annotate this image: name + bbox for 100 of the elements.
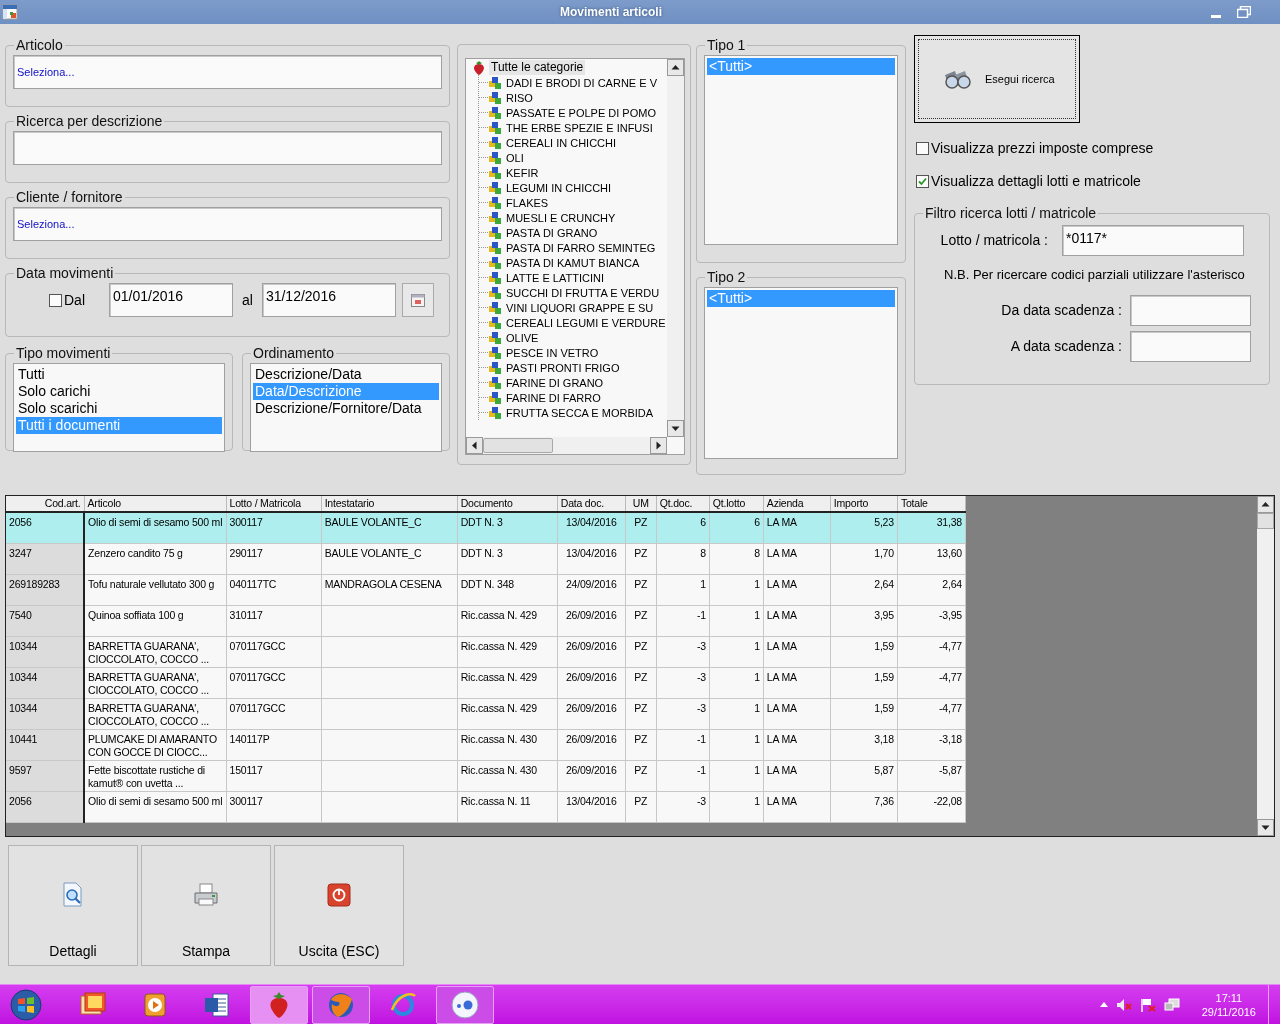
table-cell: 1 bbox=[709, 729, 764, 760]
table-row[interactable]: 10441 PLUMCAKE DI AMARANTO CON GOCCE DI CIOCC... 140117P Ric.cassa N. 430 26/09/2016 PZ -1 1 LA MA 3,18 -3,18 bbox=[6, 729, 966, 760]
column-header[interactable]: Data doc. bbox=[557, 496, 626, 512]
table-cell: 1,59 bbox=[830, 667, 898, 698]
window-title: Movimenti articoli bbox=[559, 4, 663, 21]
input-field[interactable]: Seleziona... bbox=[13, 55, 442, 89]
tree-item[interactable]: FARINE DI FARRO bbox=[506, 390, 601, 405]
column-header[interactable]: Azienda bbox=[763, 496, 831, 512]
table-row[interactable]: 9597 Fette biscottate rustiche di kamut® con uvetta ... 150117 Ric.cassa N. 430 26/09/2016 PZ -1 1 LA MA 5,87 -5,87 bbox=[6, 760, 966, 791]
input-field[interactable] bbox=[1130, 330, 1251, 362]
table-cell: -4,77 bbox=[897, 667, 966, 698]
blocks-icon bbox=[489, 121, 501, 134]
input-field[interactable] bbox=[13, 131, 442, 165]
list-item[interactable]: Descrizione/Fornitore/Data bbox=[253, 400, 439, 417]
table-row[interactable]: 10344 BARRETTA GUARANA', CIOCCOLATO, COCCO ... 070117GCC Ric.cassa N. 429 26/09/2016 PZ -3 1 LA MA 1,59 -4,77 bbox=[6, 667, 966, 698]
tree-item[interactable]: PESCE IN VETRO bbox=[506, 345, 599, 360]
tree-item[interactable]: PASTI PRONTI FRIGO bbox=[506, 360, 620, 375]
table-cell: -1 bbox=[656, 605, 710, 636]
tree-item[interactable]: PASTA DI FARRO SEMINTEG bbox=[506, 240, 656, 255]
tree-item[interactable]: Tutte le categorie bbox=[489, 60, 586, 75]
input-field[interactable]: Seleziona... bbox=[13, 207, 442, 241]
input-field[interactable]: 01/01/2016 bbox=[109, 283, 233, 317]
minimize-icon bbox=[1211, 15, 1221, 18]
column-header[interactable]: Cod.art. bbox=[6, 496, 85, 512]
column-header[interactable]: Documento bbox=[457, 496, 558, 512]
column-header[interactable]: Importo bbox=[830, 496, 898, 512]
column-header[interactable]: Totale bbox=[897, 496, 966, 512]
list-item[interactable]: Tutti bbox=[16, 366, 222, 383]
vertical-scrollbar[interactable] bbox=[1257, 496, 1274, 836]
checkbox[interactable] bbox=[49, 293, 62, 307]
column-header[interactable]: Lotto / Matricola bbox=[226, 496, 322, 512]
tree-item[interactable]: CEREALI IN CHICCHI bbox=[506, 135, 617, 150]
taskbar-button[interactable] bbox=[312, 985, 370, 1024]
play-icon bbox=[144, 993, 166, 1016]
tree-item[interactable]: RISO bbox=[506, 90, 533, 105]
table-cell: 26/09/2016 bbox=[557, 760, 626, 791]
action-button[interactable]: Uscita (ESC) bbox=[274, 845, 404, 966]
list-item[interactable]: Descrizione/Data bbox=[253, 366, 439, 383]
column-header[interactable]: Qt.lotto bbox=[709, 496, 764, 512]
table-cell: 1 bbox=[709, 760, 764, 791]
table-row[interactable]: 3247 Zenzero candito 75 g 290117 BAULE VOLANTE_C DDT N. 3 13/04/2016 PZ 8 8 LA MA 1,70 13,60 bbox=[6, 543, 966, 574]
calendar-button[interactable] bbox=[401, 283, 434, 317]
input-field[interactable] bbox=[1130, 294, 1251, 326]
table-cell: 31,38 bbox=[897, 512, 966, 543]
tree-item[interactable]: THE ERBE SPEZIE E INFUSI bbox=[506, 120, 653, 135]
table-cell: PZ bbox=[625, 729, 657, 760]
table-row[interactable]: 10344 BARRETTA GUARANA', CIOCCOLATO, COCCO ... 070117GCC Ric.cassa N. 429 26/09/2016 PZ -3 1 LA MA 1,59 -4,77 bbox=[6, 698, 966, 729]
table-row[interactable]: 269189283 Tofu naturale vellutato 300 g 040117TC MANDRAGOLA CESENA DDT N. 348 24/09/2016 PZ 1 1 LA MA 2,64 2,64 bbox=[6, 574, 966, 605]
blocks-icon bbox=[489, 316, 501, 329]
tree-item[interactable]: FLAKES bbox=[506, 195, 549, 210]
checkbox[interactable] bbox=[916, 142, 929, 155]
tree-item[interactable]: VINI LIQUORI GRAPPE E SU bbox=[506, 300, 654, 315]
list-item[interactable]: Solo carichi bbox=[16, 383, 222, 400]
table-row[interactable]: 2056 Olio di semi di sesamo 500 ml 300117 BAULE VOLANTE_C DDT N. 3 13/04/2016 PZ 6 6 LA MA 5,23 31,38 bbox=[6, 512, 966, 543]
flag-icon bbox=[1141, 997, 1156, 1012]
search-button[interactable]: Esegui ricerca bbox=[914, 35, 1080, 123]
tree-item[interactable]: LEGUMI IN CHICCHI bbox=[506, 180, 612, 195]
tree-item[interactable]: PASTA DI GRANO bbox=[506, 225, 598, 240]
horizontal-scrollbar[interactable] bbox=[466, 437, 667, 454]
tree-item[interactable]: MUESLI E CRUNCHY bbox=[506, 210, 616, 225]
table-cell: 26/09/2016 bbox=[557, 605, 626, 636]
table-cell: PZ bbox=[625, 667, 657, 698]
table-row[interactable]: 2056 Olio di semi di sesamo 500 ml 300117 Ric.cassa N. 11 13/04/2016 PZ -3 1 LA MA 7,36 -22,08 bbox=[6, 791, 966, 822]
blocks-icon bbox=[489, 406, 501, 419]
scroll-thumb[interactable] bbox=[1257, 513, 1274, 529]
input-field[interactable]: 31/12/2016 bbox=[261, 283, 396, 317]
tree-item[interactable]: OLIVE bbox=[506, 330, 539, 345]
table-cell: LA MA bbox=[763, 760, 831, 791]
tree-item[interactable]: OLI bbox=[506, 150, 524, 165]
table-cell: 6 bbox=[709, 512, 764, 543]
taskbar-button[interactable] bbox=[436, 985, 494, 1024]
action-button[interactable]: Stampa bbox=[141, 845, 271, 966]
column-header[interactable]: Qt.doc. bbox=[656, 496, 710, 512]
tree-item[interactable]: CEREALI LEGUMI E VERDURE bbox=[506, 315, 666, 330]
table-cell: 1 bbox=[709, 698, 764, 729]
tree-item[interactable]: PASTA DI KAMUT BIANCA bbox=[506, 255, 640, 270]
table-cell: 2,64 bbox=[897, 574, 966, 605]
checkbox[interactable] bbox=[916, 175, 929, 188]
action-button[interactable]: Dettagli bbox=[8, 845, 138, 966]
table-cell: Ric.cassa N. 429 bbox=[457, 636, 558, 667]
table-cell: 269189283 bbox=[6, 574, 85, 605]
tree-item[interactable]: PASSATE E POLPE DI POMO bbox=[506, 105, 656, 120]
table-row[interactable]: 7540 Quinoa soffiata 100 g 310117 Ric.cassa N. 429 26/09/2016 PZ -1 1 LA MA 3,95 -3,95 bbox=[6, 605, 966, 636]
table-row[interactable]: 10344 BARRETTA GUARANA', CIOCCOLATO, COCCO ... 070117GCC Ric.cassa N. 429 26/09/2016 PZ -3 1 LA MA 1,59 -4,77 bbox=[6, 636, 966, 667]
table-cell: PZ bbox=[625, 636, 657, 667]
list-item[interactable]: Solo scarichi bbox=[16, 400, 222, 417]
tree-item[interactable]: FRUTTA SECCA E MORBIDA bbox=[506, 405, 654, 420]
tree-item[interactable]: DADI E BRODI DI CARNE E V bbox=[506, 75, 657, 90]
vertical-scrollbar[interactable] bbox=[667, 59, 684, 437]
input-field[interactable]: *0117* bbox=[1062, 225, 1244, 256]
column-header[interactable]: Intestatario bbox=[321, 496, 458, 512]
tree-item[interactable]: KEFIR bbox=[506, 165, 539, 180]
column-header[interactable]: UM bbox=[625, 496, 657, 512]
tree-item[interactable]: FARINE DI GRANO bbox=[506, 375, 604, 390]
tree-item[interactable]: LATTE E LATTICINI bbox=[506, 270, 604, 285]
column-header[interactable]: Articolo bbox=[84, 496, 227, 512]
table-cell: -4,77 bbox=[897, 636, 966, 667]
scroll-thumb[interactable] bbox=[483, 438, 553, 453]
tree-item[interactable]: SUCCHI DI FRUTTA E VERDU bbox=[506, 285, 660, 300]
taskbar-button[interactable] bbox=[250, 985, 308, 1024]
